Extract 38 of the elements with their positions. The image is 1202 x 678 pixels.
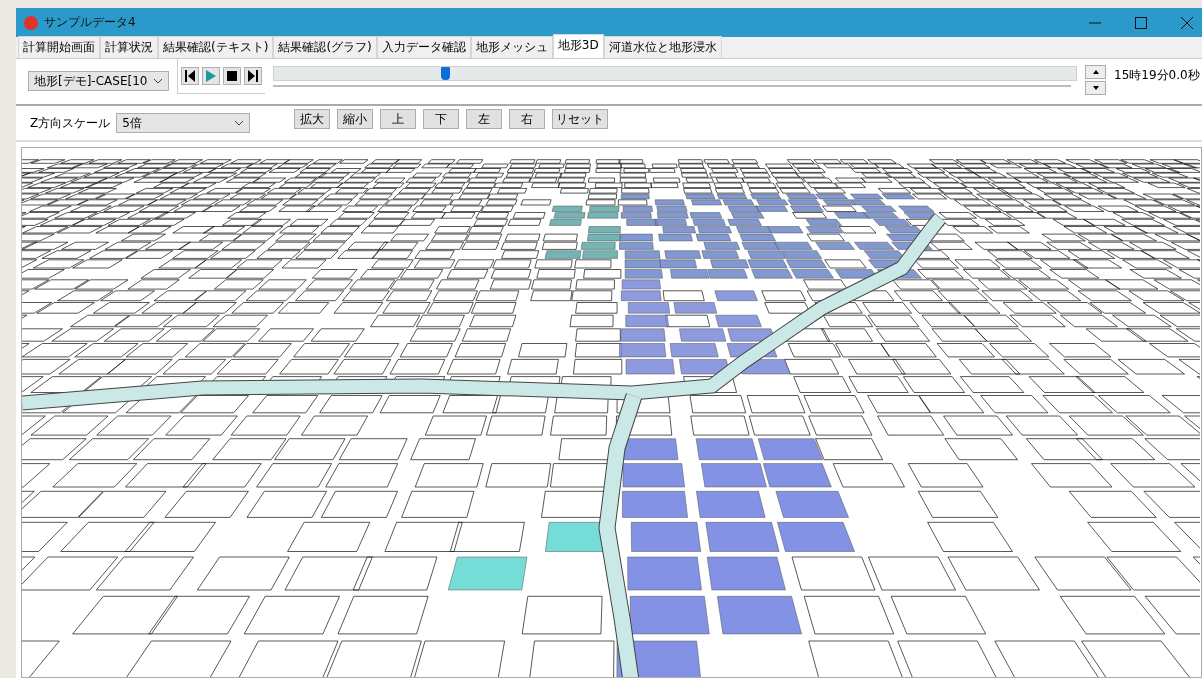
window-title: サンプルデータ4 [44, 14, 136, 31]
skip-end-button[interactable] [244, 67, 263, 85]
view-button[interactable]: リセット [552, 109, 609, 129]
chevron-down-icon [234, 120, 245, 126]
view-button[interactable]: 右 [509, 109, 546, 129]
chevron-down-icon [153, 78, 164, 84]
maximize-icon[interactable] [1134, 15, 1148, 30]
tab[interactable]: 計算状況 [100, 36, 158, 58]
skip-start-icon [185, 70, 196, 82]
view-button[interactable]: 上 [380, 109, 417, 129]
tab[interactable]: 地形3D [552, 34, 604, 58]
tab[interactable]: 計算開始画面 [18, 36, 100, 58]
close-icon[interactable] [1180, 15, 1194, 30]
play-icon [206, 70, 217, 82]
app-logo-icon [24, 15, 38, 30]
spin-down-button[interactable] [1085, 81, 1106, 95]
view-button[interactable]: 左 [466, 109, 503, 129]
spin-up-button[interactable] [1085, 65, 1106, 79]
stop-button[interactable] [223, 67, 242, 85]
time-slider[interactable] [273, 65, 1077, 87]
tab[interactable]: 河道水位と地形浸水 [603, 36, 722, 58]
tab[interactable]: 結果確認(テキスト) [158, 36, 274, 58]
view-button[interactable]: 下 [423, 109, 460, 129]
tab[interactable]: 結果確認(グラフ) [273, 36, 377, 58]
z-scale-select[interactable]: 5倍 [116, 113, 251, 133]
stop-icon [227, 71, 238, 81]
z-scale-label: Z方向スケール [30, 114, 111, 132]
skip-end-icon [248, 70, 259, 82]
tab[interactable]: 入力データ確認 [376, 36, 471, 58]
case-select[interactable]: 地形[デモ]-CASE[10 [28, 71, 170, 91]
slider-thumb[interactable] [440, 67, 450, 80]
down-triangle-icon [1092, 86, 1099, 90]
view-button[interactable]: 拡大 [294, 109, 331, 129]
view-button[interactable]: 縮小 [337, 109, 374, 129]
up-triangle-icon [1092, 70, 1099, 74]
skip-start-button[interactable] [181, 67, 200, 85]
time-label: 15時19分0.0秒 [1114, 67, 1201, 84]
tab[interactable]: 地形メッシュ [470, 36, 553, 58]
